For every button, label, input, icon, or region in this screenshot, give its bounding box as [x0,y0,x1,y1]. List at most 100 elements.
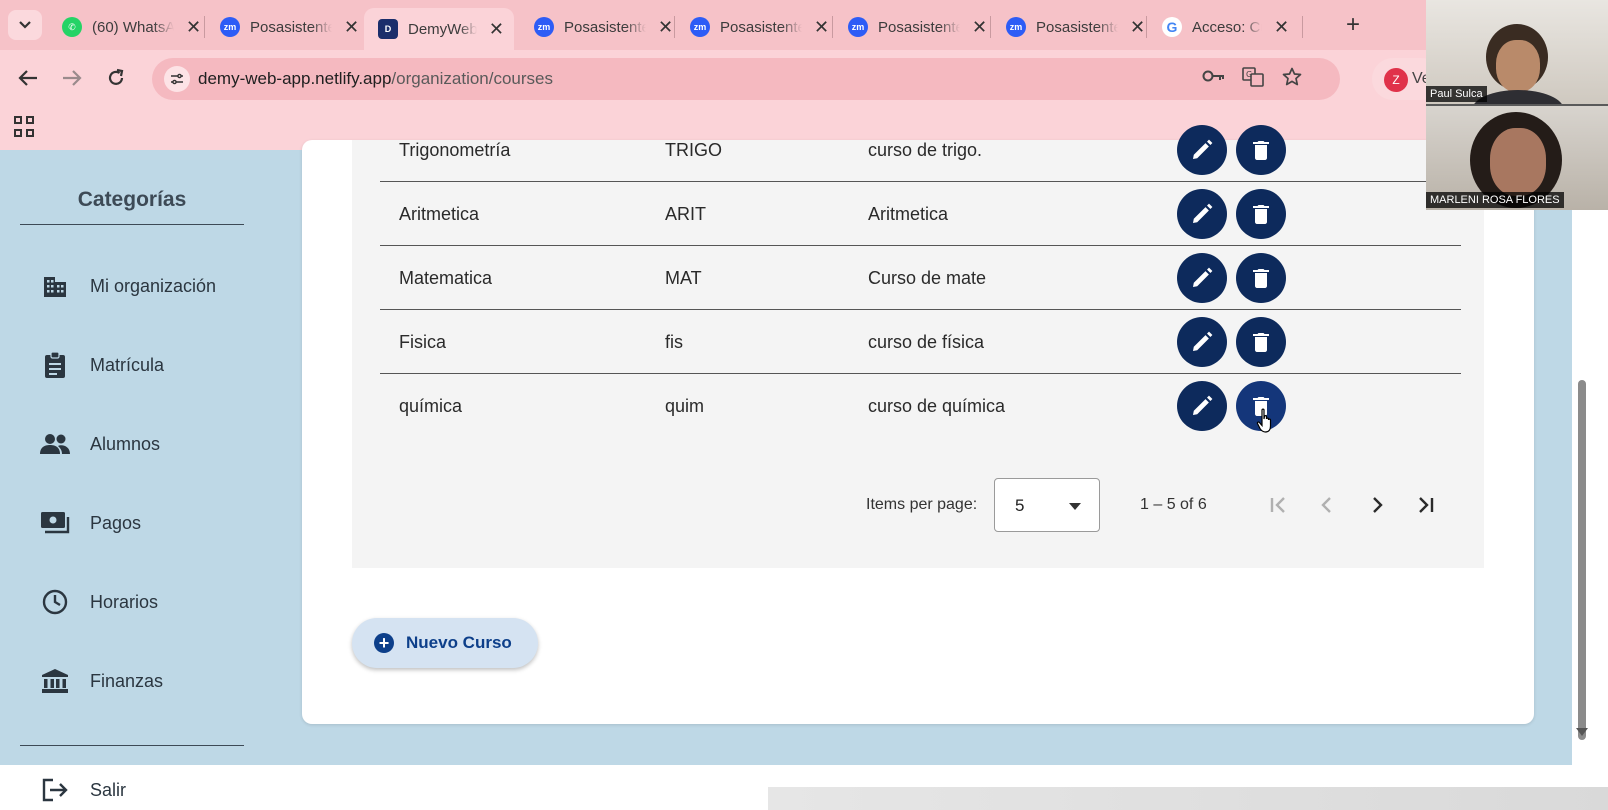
tab-search-button[interactable] [8,10,42,40]
zoom-icon: zm [848,17,868,37]
tab-title: Posasistente [250,18,332,36]
sidebar-item-matricula[interactable]: Matrícula [40,345,164,385]
sidebar-item-horarios[interactable]: Horarios [40,582,158,622]
course-code: ARIT [665,204,707,224]
delete-button[interactable] [1236,189,1286,239]
tab-strip: ✆ (60) WhatsApp ✕ zm Posasistente ✕ D De… [0,0,1426,50]
url-host: demy-web-app.netlify.app [198,69,392,88]
edit-button[interactable] [1177,253,1227,303]
overlay-bar [768,787,1608,810]
whatsapp-icon: ✆ [62,17,82,37]
course-name: química [399,396,463,416]
scroll-down-icon[interactable] [1576,728,1588,736]
pencil-icon [1193,395,1213,415]
tab-separator [1146,16,1147,38]
participant-video[interactable]: Paul Sulca [1426,0,1608,104]
close-icon[interactable]: ✕ [1274,17,1289,38]
trash-icon [1253,269,1269,288]
close-icon[interactable]: ✕ [972,17,987,38]
sidebar-item-label: Alumnos [90,433,161,454]
close-icon[interactable]: ✕ [344,17,359,38]
key-icon[interactable] [1202,67,1226,89]
participant-face [1490,128,1546,196]
tab-zoom-5[interactable]: zm Posasistente ✕ [992,8,1155,46]
translate-icon[interactable]: G [1242,67,1264,93]
sidebar-item-mi-organizacion[interactable]: Mi organización [40,266,216,306]
close-icon[interactable]: ✕ [186,17,201,38]
sidebar-item-pagos[interactable]: Pagos [40,503,141,543]
pencil-icon [1193,203,1213,223]
sidebar-item-finanzas[interactable]: Finanzas [40,661,163,701]
participant-video[interactable]: MARLENI ROSA FLORES [1426,106,1608,210]
pencil-icon [1193,267,1213,287]
next-page-button[interactable] [1362,490,1392,520]
tab-zoom-3[interactable]: zm Posasistente ✕ [676,8,839,46]
zoom-icon: zm [534,17,554,37]
course-name: Matematica [399,268,493,288]
trash-icon [1253,333,1269,352]
close-icon[interactable]: ✕ [814,17,829,38]
reload-button[interactable] [100,62,132,94]
video-call-overlay: Paul Sulca MARLENI ROSA FLORES [1426,0,1608,210]
app-page: Categorías Mi organización Matrícula Alu… [0,125,1608,765]
zoom-icon: zm [1006,17,1026,37]
trash-icon [1253,205,1269,224]
close-icon[interactable]: ✕ [489,19,504,40]
course-description: curso de física [868,332,985,352]
edit-button[interactable] [1177,317,1227,367]
reload-icon [108,68,124,85]
navigation-bar: demy-web-app.netlify.app/organization/co… [0,50,1442,106]
caret-down-icon [1069,503,1081,510]
forward-button[interactable] [56,62,88,94]
edit-button[interactable] [1177,381,1227,431]
last-page-icon [1419,497,1434,513]
sidebar-title: Categorías [77,188,187,211]
last-page-button[interactable] [1410,490,1440,520]
tab-title: Posasistente [878,18,960,36]
zoom-icon: zm [220,17,240,37]
tab-zoom-1[interactable]: zm Posasistente ✕ [206,8,369,46]
close-icon[interactable]: ✕ [658,17,673,38]
tab-separator [204,16,205,38]
logout-button[interactable]: Salir [40,775,126,805]
new-course-button[interactable]: + Nuevo Curso [352,618,538,668]
site-settings-icon[interactable] [164,66,190,92]
tab-whatsapp[interactable]: ✆ (60) WhatsApp ✕ [48,8,211,46]
tab-title: Posasistente [564,18,646,36]
pencil-icon [1193,139,1213,159]
delete-button[interactable] [1236,317,1286,367]
chevron-left-icon [1321,497,1331,513]
course-description: curso de química [868,396,1006,416]
new-tab-button[interactable]: + [1338,10,1368,40]
edit-button[interactable] [1177,189,1227,239]
zoom-icon: zm [690,17,710,37]
delete-button[interactable] [1236,125,1286,175]
scrollbar-thumb[interactable] [1578,380,1586,740]
star-icon[interactable] [1282,67,1302,93]
back-button[interactable] [12,62,44,94]
sidebar-item-alumnos[interactable]: Alumnos [40,424,160,464]
bottom-strip: Salir [0,765,1608,810]
bank-icon [40,666,70,696]
tab-google[interactable]: G Acceso: Cu ✕ [1148,8,1299,46]
apps-grid-icon[interactable] [14,116,36,138]
plus-circle-icon: + [374,633,394,653]
tab-zoom-4[interactable]: zm Posasistente ✕ [834,8,997,46]
sidebar-item-label: Horarios [90,591,159,612]
tab-zoom-2[interactable]: zm Posasistente ✕ [520,8,683,46]
address-bar[interactable]: demy-web-app.netlify.app/organization/co… [152,58,1340,100]
previous-page-button[interactable] [1312,490,1342,520]
close-icon[interactable]: ✕ [1130,17,1145,38]
tab-separator [674,16,675,38]
course-description: Curso de mate [868,268,987,288]
arrow-right-icon [63,70,82,86]
logout-label: Salir [90,779,127,800]
new-course-label: Nuevo Curso [406,633,512,652]
tab-demyweb[interactable]: D DemyWeb ✕ [364,8,514,50]
edit-button[interactable] [1177,125,1227,175]
participant-name: Paul Sulca [1426,86,1487,102]
trash-icon [1253,141,1269,160]
delete-button[interactable] [1236,253,1286,303]
page-size-select[interactable]: 5 [994,478,1100,532]
first-page-button[interactable] [1264,490,1294,520]
